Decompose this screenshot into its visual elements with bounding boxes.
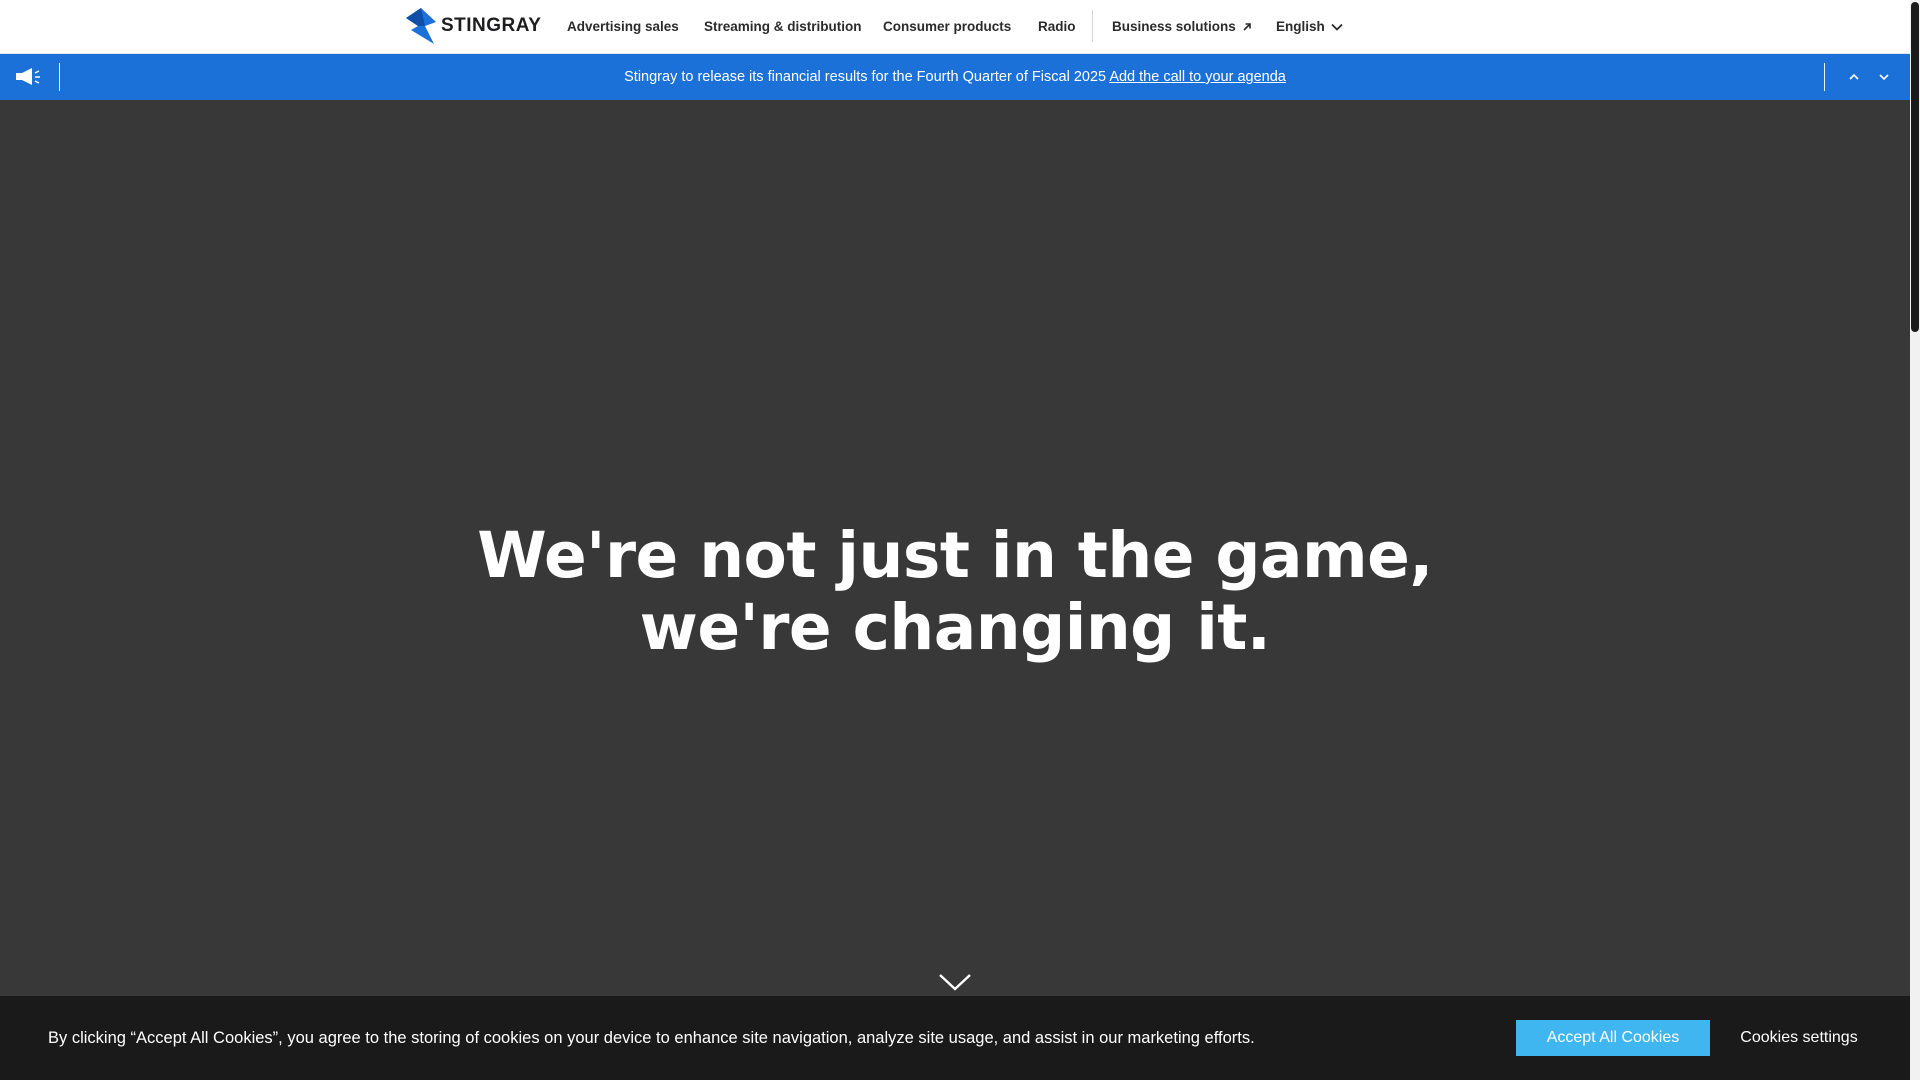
- announcement-divider-left: [59, 63, 60, 91]
- language-label: English: [1276, 19, 1325, 34]
- megaphone-icon: [16, 68, 40, 85]
- cookies-settings-button[interactable]: Cookies settings: [1724, 1020, 1874, 1056]
- chevron-up-icon[interactable]: [1846, 69, 1862, 85]
- chevron-down-icon: [1331, 24, 1343, 32]
- nav-streaming-distribution[interactable]: Streaming & distribution: [704, 0, 862, 54]
- chevron-down-icon[interactable]: [1876, 69, 1892, 85]
- announcement-text: Stingray to release its financial result…: [624, 69, 1107, 85]
- accept-all-cookies-button[interactable]: Accept All Cookies: [1516, 1020, 1710, 1056]
- hero-title-line-1: We're not just in the game,: [477, 519, 1433, 592]
- nav-radio[interactable]: Radio: [1038, 0, 1076, 54]
- business-solutions-label: Business solutions: [1112, 19, 1236, 34]
- scrollbar-thumb[interactable]: [1911, 2, 1919, 332]
- hero-title: We're not just in the game, we're changi…: [0, 520, 1910, 664]
- top-navigation: STINGRAY Advertising sales Streaming & d…: [0, 0, 1910, 54]
- stingray-logo[interactable]: STINGRAY: [406, 8, 541, 44]
- cookie-consent-text: By clicking “Accept All Cookies”, you ag…: [48, 1029, 1255, 1047]
- stingray-logo-icon: [406, 8, 436, 44]
- cookie-banner: By clicking “Accept All Cookies”, you ag…: [0, 996, 1910, 1080]
- nav-consumer-products[interactable]: Consumer products: [883, 0, 1011, 54]
- announcement-message: Stingray to release its financial result…: [0, 54, 1910, 100]
- announcement-link[interactable]: Add the call to your agenda: [1109, 69, 1286, 85]
- external-arrow-icon: [1243, 23, 1251, 32]
- scroll-down-chevron-icon[interactable]: [938, 972, 972, 992]
- language-selector[interactable]: English: [1276, 0, 1343, 54]
- hero-title-line-2: we're changing it.: [639, 591, 1271, 664]
- nav-advertising-sales[interactable]: Advertising sales: [567, 0, 679, 54]
- logo-text: STINGRAY: [441, 15, 542, 36]
- announcement-divider-right: [1824, 63, 1825, 91]
- nav-business-solutions[interactable]: Business solutions: [1112, 0, 1252, 54]
- announcement-bar: Stingray to release its financial result…: [0, 54, 1910, 100]
- nav-divider: [1092, 10, 1093, 42]
